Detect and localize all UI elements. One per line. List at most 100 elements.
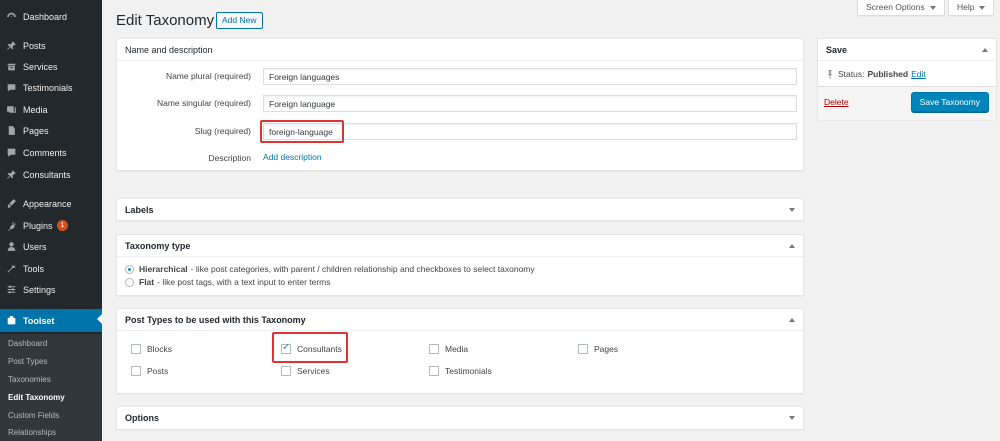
- taxonomy-type-box: Taxonomy type Hierarchical - like post ca…: [116, 234, 804, 296]
- sidebar-item-label: Pages: [23, 125, 49, 136]
- save-box: Save Status: Published Edit Delete Save T…: [817, 38, 997, 120]
- hierarchical-radio[interactable]: [125, 264, 134, 274]
- wrench-icon: [5, 263, 17, 275]
- name-singular-input[interactable]: [263, 95, 797, 112]
- plugin-update-badge: 1: [56, 220, 69, 231]
- help-label: Help: [957, 2, 975, 12]
- sidebar-item-label: Tools: [23, 263, 45, 274]
- blocks-checkbox[interactable]: [131, 344, 141, 354]
- taxonomy-type-title: Taxonomy type: [117, 235, 803, 257]
- sidebar-item-label: Settings: [23, 284, 56, 295]
- chevron-up-icon[interactable]: [789, 243, 795, 248]
- options-title: Options: [117, 407, 803, 429]
- sidebar-item-posts[interactable]: Posts: [0, 35, 102, 56]
- post-type-pages[interactable]: Pages: [578, 344, 618, 354]
- sidebar-item-label: Dashboard: [23, 11, 68, 22]
- options-box[interactable]: Options: [116, 406, 804, 430]
- post-types-box: Post Types to be used with this Taxonomy…: [116, 308, 804, 394]
- submenu-item-edit-taxonomy[interactable]: Edit Taxonomy: [8, 393, 65, 402]
- submenu-item-taxonomies[interactable]: Taxonomies: [8, 375, 51, 384]
- submenu-item-relationships[interactable]: Relationships: [8, 428, 56, 437]
- sidebar-item-label: Consultants: [23, 169, 71, 180]
- media-icon: [5, 104, 17, 116]
- flat-radio[interactable]: [125, 277, 134, 287]
- consultants-highlight: [272, 332, 348, 363]
- add-new-button[interactable]: Add New: [216, 12, 263, 29]
- chevron-up-icon[interactable]: [982, 47, 988, 52]
- settings-icon: [5, 284, 17, 296]
- sidebar-item-dashboard[interactable]: Dashboard: [0, 6, 102, 27]
- sidebar-item-plugins[interactable]: Plugins 1: [0, 215, 102, 236]
- post-type-posts[interactable]: Posts: [131, 366, 168, 376]
- name-description-title: Name and description: [117, 39, 803, 61]
- services-checkbox[interactable]: [281, 366, 291, 376]
- quote-icon: [5, 82, 17, 94]
- post-type-blocks[interactable]: Blocks: [131, 344, 172, 354]
- posts-checkbox[interactable]: [131, 366, 141, 376]
- sidebar-item-label: Users: [23, 241, 47, 252]
- sidebar-item-settings[interactable]: Settings: [0, 279, 102, 300]
- save-taxonomy-button[interactable]: Save Taxonomy: [910, 92, 989, 112]
- admin-sidebar: Dashboard Posts Services Testimonials Me…: [0, 0, 102, 441]
- add-description-link[interactable]: Add description: [263, 152, 322, 162]
- screen-options-label: Screen Options: [866, 2, 925, 12]
- chevron-down-icon[interactable]: [789, 207, 795, 212]
- chevron-down-icon: [929, 5, 936, 10]
- sidebar-item-label: Plugins: [23, 220, 53, 231]
- labels-box[interactable]: Labels: [116, 198, 804, 221]
- slug-label: Slug (required): [194, 126, 251, 136]
- slug-highlight: [260, 120, 344, 143]
- sidebar-item-services[interactable]: Services: [0, 56, 102, 77]
- help-button[interactable]: Help: [948, 0, 995, 16]
- sidebar-item-testimonials[interactable]: Testimonials: [0, 77, 102, 98]
- status-value: Published: [867, 69, 909, 79]
- screen-options-button[interactable]: Screen Options: [857, 0, 945, 16]
- plugin-icon: [5, 220, 17, 232]
- media-checkbox[interactable]: [429, 344, 439, 354]
- sidebar-item-users[interactable]: Users: [0, 236, 102, 257]
- sidebar-item-label: Testimonials: [23, 82, 73, 93]
- toolset-icon: [5, 315, 17, 327]
- sidebar-item-consultants[interactable]: Consultants: [0, 164, 102, 185]
- toolset-submenu: Dashboard Post Types Taxonomies Edit Tax…: [0, 334, 102, 441]
- name-plural-input[interactable]: [263, 68, 797, 85]
- sidebar-item-toolset[interactable]: Toolset: [0, 309, 102, 332]
- labels-title: Labels: [117, 199, 803, 220]
- comment-icon: [5, 147, 17, 159]
- save-title: Save: [818, 39, 996, 61]
- sidebar-item-label: Posts: [23, 40, 46, 51]
- sidebar-item-label: Toolset: [23, 315, 55, 326]
- post-type-media[interactable]: Media: [429, 344, 468, 354]
- post-types-title: Post Types to be used with this Taxonomy: [117, 309, 803, 331]
- sidebar-item-comments[interactable]: Comments: [0, 142, 102, 163]
- flat-option[interactable]: Flat - like post tags, with a text input …: [125, 277, 331, 287]
- current-menu-arrow: [97, 314, 102, 324]
- submenu-item-custom-fields[interactable]: Custom Fields: [8, 411, 59, 420]
- sidebar-item-appearance[interactable]: Appearance: [0, 193, 102, 214]
- chevron-up-icon[interactable]: [789, 317, 795, 322]
- sidebar-item-label: Services: [23, 61, 58, 72]
- chevron-down-icon[interactable]: [789, 416, 795, 420]
- submenu-item-post-types[interactable]: Post Types: [8, 357, 47, 366]
- pages-checkbox[interactable]: [578, 344, 588, 354]
- sidebar-item-media[interactable]: Media: [0, 99, 102, 120]
- post-type-testimonials[interactable]: Testimonials: [429, 366, 492, 376]
- testimonials-checkbox[interactable]: [429, 366, 439, 376]
- status-line: Status: Published Edit: [826, 69, 926, 79]
- delete-link[interactable]: Delete: [824, 97, 849, 107]
- name-plural-label: Name plural (required): [165, 71, 251, 81]
- submenu-item-dashboard[interactable]: Dashboard: [8, 339, 47, 348]
- sidebar-item-label: Appearance: [23, 198, 72, 209]
- hierarchical-option[interactable]: Hierarchical - like post categories, with…: [125, 264, 535, 274]
- description-label: Description: [208, 153, 251, 163]
- page-icon: [5, 125, 17, 137]
- pin-icon: [5, 169, 17, 181]
- sidebar-item-tools[interactable]: Tools: [0, 258, 102, 279]
- save-actions: Delete Save Taxonomy: [818, 86, 996, 120]
- sidebar-item-label: Media: [23, 104, 48, 115]
- edit-status-link[interactable]: Edit: [911, 69, 926, 79]
- brush-icon: [5, 198, 17, 210]
- sidebar-item-pages[interactable]: Pages: [0, 120, 102, 141]
- dashboard-icon: [5, 11, 17, 23]
- post-type-services[interactable]: Services: [281, 366, 330, 376]
